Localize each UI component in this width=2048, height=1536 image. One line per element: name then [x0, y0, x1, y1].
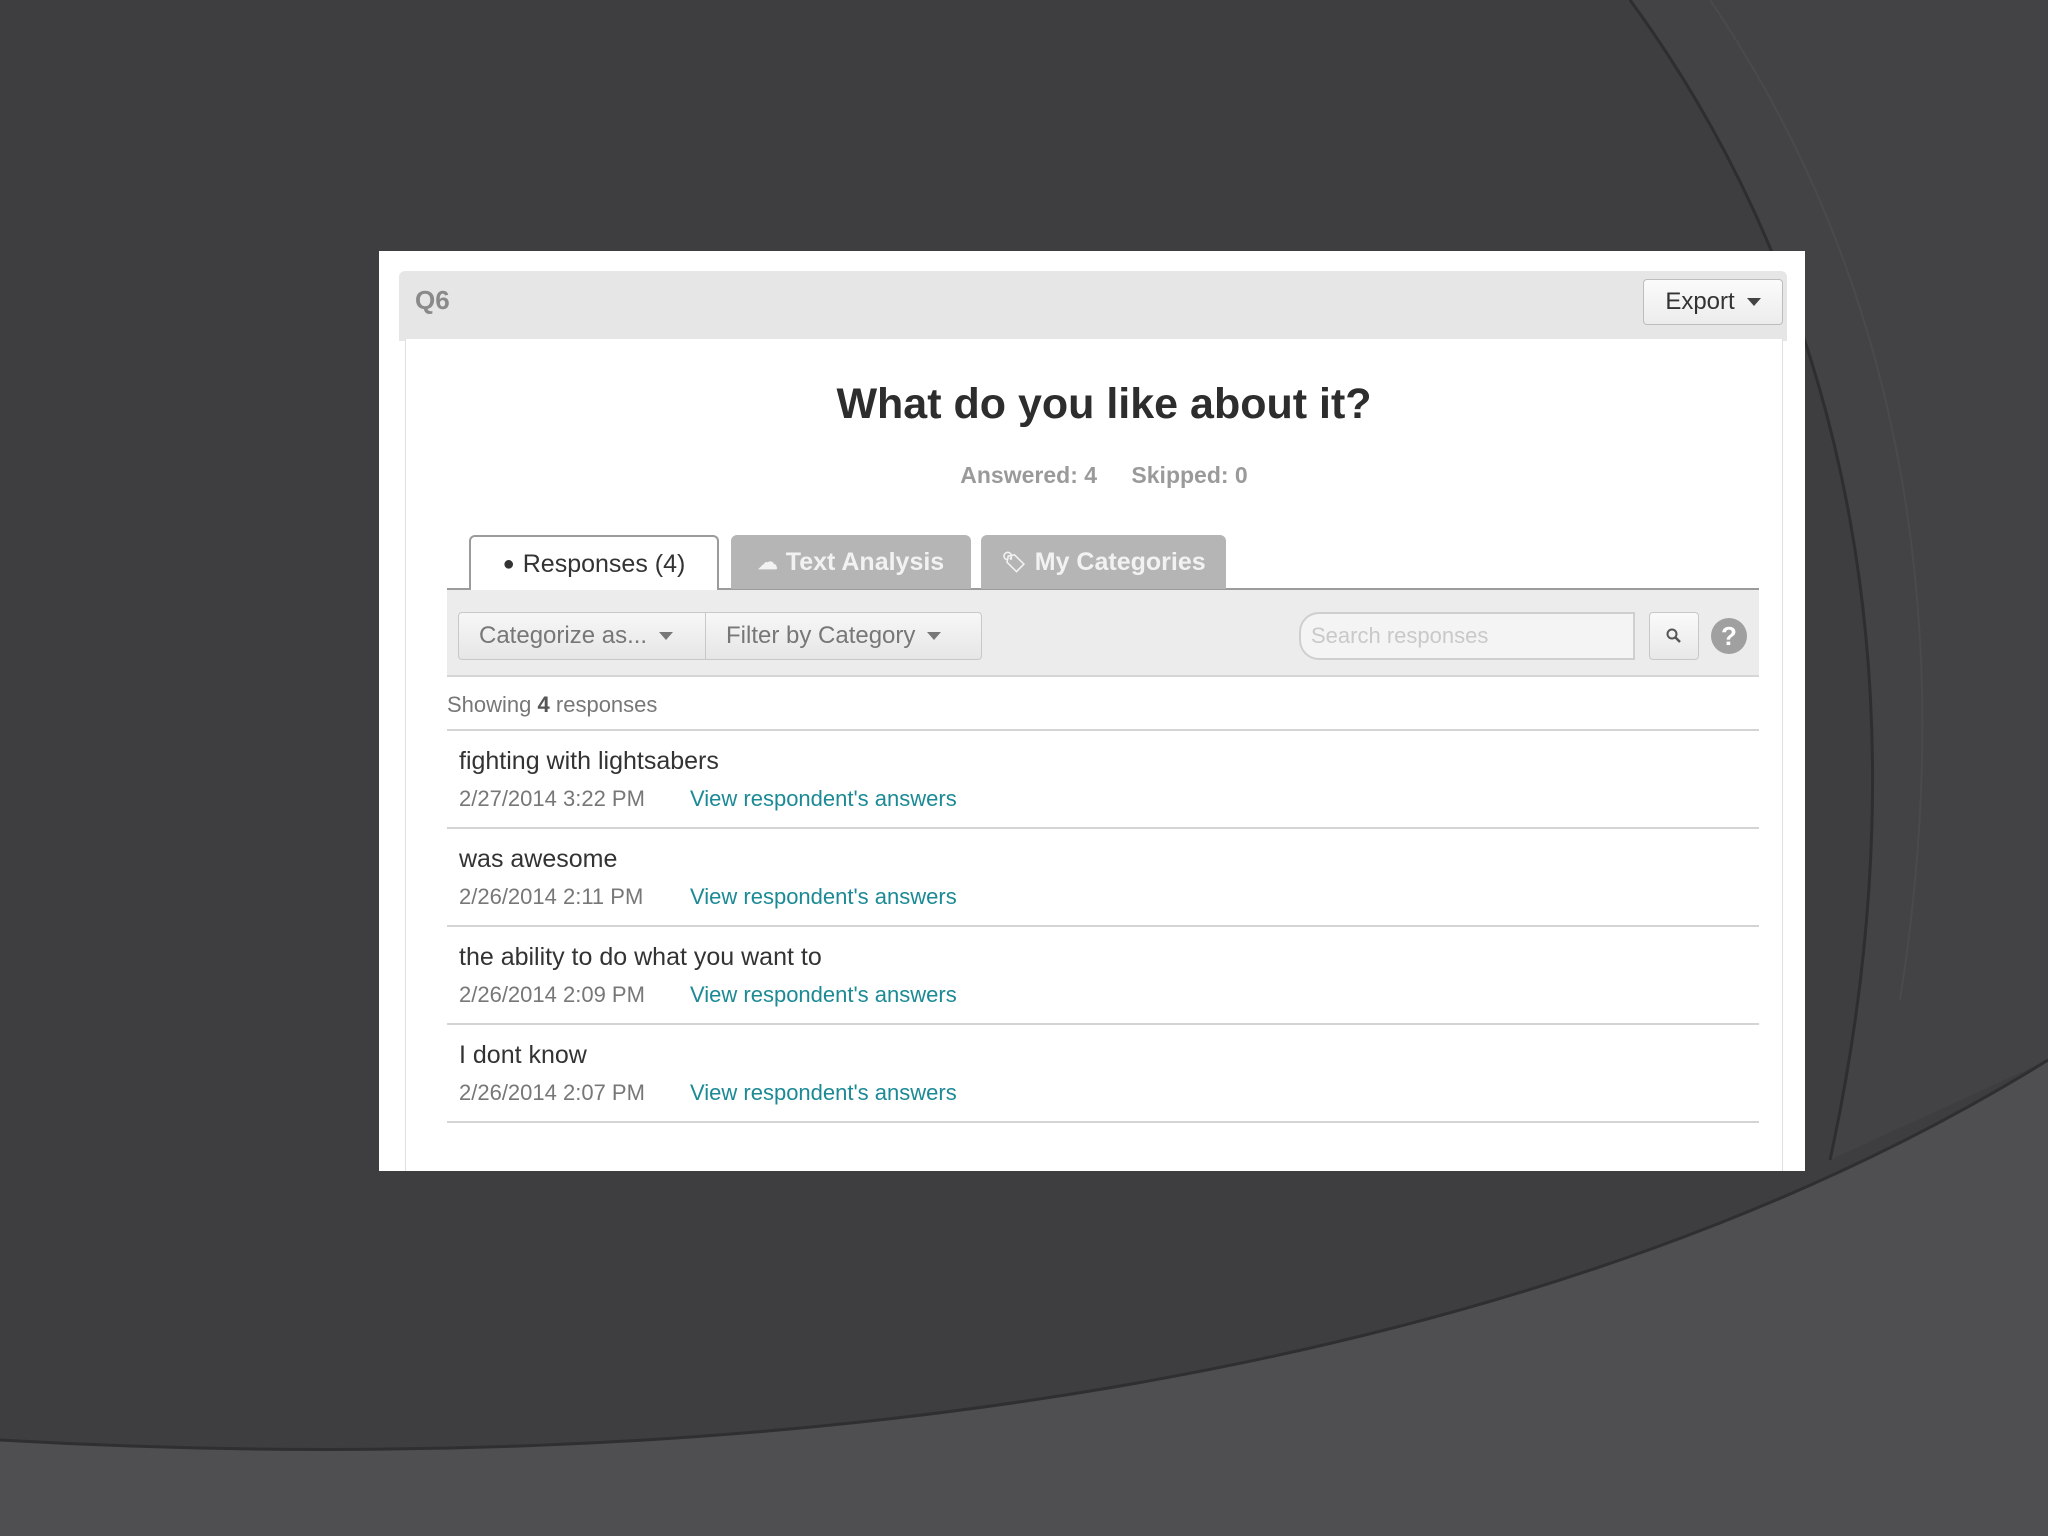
tab-my-categories[interactable]: 🏷 My Categories — [981, 535, 1226, 589]
panel-header — [399, 271, 1787, 341]
chevron-down-icon — [1746, 298, 1761, 306]
answered-count: Answered: 4 — [960, 462, 1098, 488]
response-date: 2/26/2014 2:09 PM — [459, 982, 645, 1007]
category-button-group: Categorize as... Filter by Category — [458, 612, 982, 660]
showing-suffix: responses — [555, 692, 658, 717]
question-stats: Answered: 4 Skipped: 0 — [379, 462, 1829, 489]
categorize-as-dropdown[interactable]: Categorize as... — [458, 612, 706, 660]
view-answers-link[interactable]: View respondent's answers — [690, 786, 957, 812]
view-answers-link[interactable]: View respondent's answers — [690, 982, 957, 1008]
responses-list: fighting with lightsabers 2/27/2014 3:22… — [447, 729, 1759, 1123]
list-item: was awesome 2/26/2014 2:11 PM View respo… — [447, 827, 1759, 925]
chevron-down-icon — [927, 632, 942, 640]
cloud-icon: ☁ — [757, 551, 778, 574]
tab-responses-label: Responses (4) — [522, 550, 686, 578]
tab-text-analysis-label: Text Analysis — [785, 547, 945, 576]
tab-text-analysis[interactable]: ☁ Text Analysis — [731, 535, 971, 589]
list-item: I dont know 2/26/2014 2:07 PM View respo… — [447, 1023, 1759, 1123]
export-button[interactable]: Export — [1643, 279, 1783, 325]
response-text: was awesome — [459, 845, 618, 873]
speech-bubble-icon: ● — [502, 553, 515, 575]
filter-label: Filter by Category — [726, 622, 916, 649]
search-input[interactable] — [1299, 612, 1635, 660]
help-button[interactable]: ? — [1711, 618, 1747, 654]
responses-toolbar: Categorize as... Filter by Category ? — [447, 590, 1759, 677]
tag-icon: 🏷 — [1001, 551, 1027, 574]
chevron-down-icon — [659, 632, 674, 640]
showing-number: 4 — [537, 692, 550, 717]
showing-prefix: Showing — [447, 692, 532, 717]
view-answers-link[interactable]: View respondent's answers — [690, 884, 957, 910]
response-text: fighting with lightsabers — [459, 747, 719, 775]
view-answers-link[interactable]: View respondent's answers — [690, 1080, 957, 1106]
export-label: Export — [1665, 288, 1735, 315]
categorize-label: Categorize as... — [479, 622, 648, 649]
question-number: Q6 — [415, 285, 450, 315]
skipped-count: Skipped: 0 — [1131, 462, 1248, 488]
list-item: fighting with lightsabers 2/27/2014 3:22… — [447, 729, 1759, 827]
response-date: 2/27/2014 3:22 PM — [459, 786, 645, 811]
response-text: I dont know — [459, 1041, 587, 1069]
showing-count: Showing 4 responses — [447, 692, 657, 718]
question-title: What do you like about it? — [836, 380, 1372, 428]
list-item: the ability to do what you want to 2/26/… — [447, 925, 1759, 1023]
response-text: the ability to do what you want to — [459, 943, 822, 971]
response-date: 2/26/2014 2:07 PM — [459, 1080, 645, 1105]
response-date: 2/26/2014 2:11 PM — [459, 884, 644, 909]
filter-by-category-dropdown[interactable]: Filter by Category — [706, 612, 982, 660]
tab-my-categories-label: My Categories — [1034, 547, 1206, 576]
search-icon — [1666, 628, 1681, 643]
tab-responses[interactable]: ● Responses (4) — [469, 535, 719, 592]
search-button[interactable] — [1649, 612, 1699, 660]
